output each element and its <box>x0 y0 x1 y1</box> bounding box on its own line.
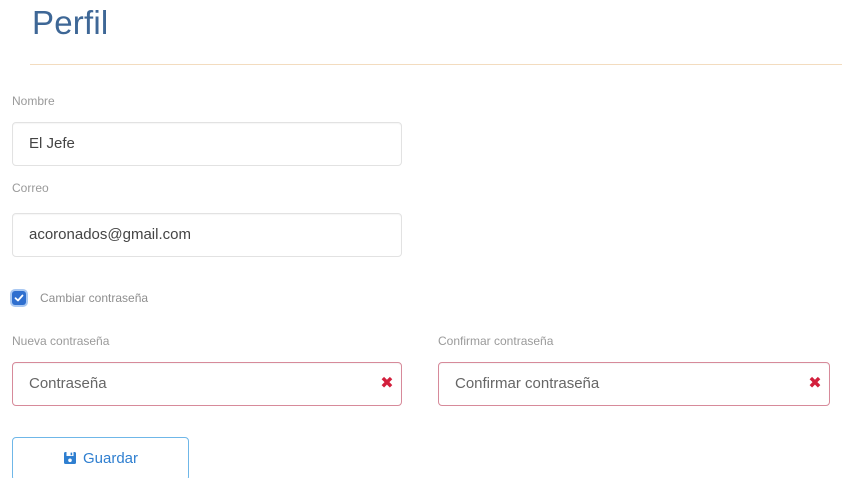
nombre-input[interactable]: El Jefe <box>12 122 402 166</box>
correo-input[interactable]: acoronados@gmail.com <box>12 213 402 257</box>
invalid-x-icon: ✖ <box>380 373 394 392</box>
floppy-disk-icon <box>63 452 76 464</box>
save-button[interactable]: Guardar <box>12 437 189 478</box>
save-button-label: Guardar <box>82 450 139 467</box>
page-title: Perfil <box>32 4 109 41</box>
title-divider <box>30 64 842 65</box>
change-password-checkbox[interactable] <box>12 291 26 305</box>
correo-label: Correo <box>12 181 49 195</box>
correo-value: acoronados@gmail.com <box>29 226 191 243</box>
check-icon <box>14 294 24 302</box>
invalid-x-icon: ✖ <box>808 373 822 392</box>
new-password-input[interactable]: Contraseña ✖ <box>12 362 402 406</box>
change-password-label[interactable]: Cambiar contraseña <box>40 291 148 305</box>
new-password-label: Nueva contraseña <box>12 334 110 348</box>
confirm-password-input[interactable]: Confirmar contraseña ✖ <box>438 362 830 406</box>
confirm-password-label: Confirmar contraseña <box>438 334 554 348</box>
profile-page: Perfil Nombre El Jefe Correo acoronados@… <box>0 0 842 478</box>
nombre-value: El Jefe <box>29 135 75 152</box>
new-password-placeholder: Contraseña <box>29 375 107 392</box>
confirm-password-placeholder: Confirmar contraseña <box>455 375 600 392</box>
nombre-label: Nombre <box>12 94 55 108</box>
